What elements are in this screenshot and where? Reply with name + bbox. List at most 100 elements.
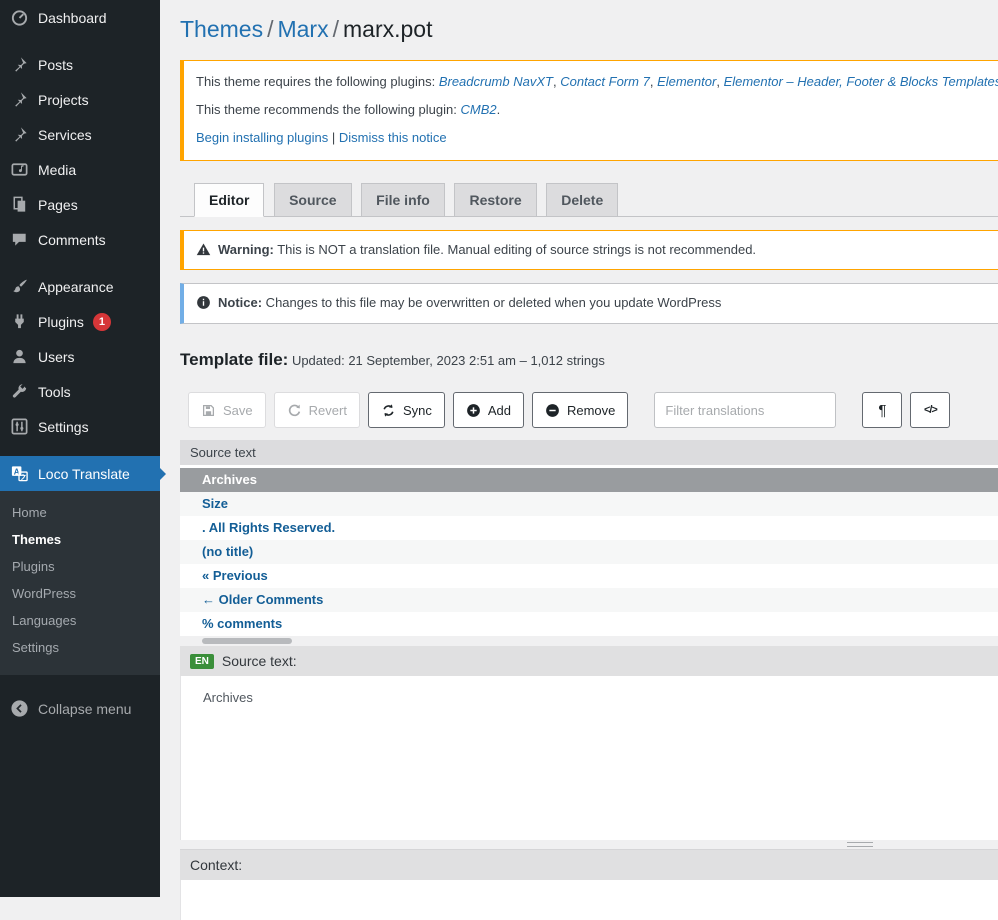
comments-icon — [10, 230, 29, 249]
add-circle-icon — [466, 403, 481, 418]
notice-actions-line: Begin installing plugins | Dismiss this … — [196, 129, 998, 148]
warning-label: Warning: — [218, 242, 274, 257]
source-row[interactable]: % comments — [180, 612, 998, 636]
sidebar-item-label: Users — [38, 348, 75, 366]
plugin-link-elementor[interactable]: Elementor — [657, 74, 716, 89]
submenu-item-wordpress[interactable]: WordPress — [0, 580, 160, 607]
remove-label: Remove — [567, 403, 615, 418]
context-input-area[interactable] — [180, 880, 998, 920]
submenu-item-plugins[interactable]: Plugins — [0, 553, 160, 580]
sidebar-item-label: Appearance — [38, 278, 114, 296]
breadcrumb-themes-link[interactable]: Themes — [180, 16, 263, 42]
begin-installing-plugins-link[interactable]: Begin installing plugins — [196, 130, 328, 145]
pages-icon — [10, 195, 29, 214]
source-row[interactable]: (no title) — [180, 540, 998, 564]
save-floppy-icon — [201, 403, 216, 418]
warning-triangle-icon — [196, 242, 211, 257]
pin-icon — [10, 90, 29, 109]
tab-file-info[interactable]: File info — [361, 183, 445, 216]
plugin-link-contact-form-7[interactable]: Contact Form 7 — [560, 74, 650, 89]
source-row[interactable]: « Previous — [180, 564, 998, 588]
sync-icon — [381, 403, 396, 418]
recommends-line: This theme recommends the following plug… — [196, 101, 998, 120]
tab-editor[interactable]: Editor — [194, 183, 264, 217]
submenu-item-home[interactable]: Home — [0, 499, 160, 526]
resize-handle[interactable] — [847, 842, 873, 847]
template-file-meta: Updated: 21 September, 2023 2:51 am – 1,… — [288, 353, 605, 368]
sidebar-item-comments[interactable]: Comments — [0, 222, 160, 257]
language-badge: EN — [190, 654, 214, 669]
save-label: Save — [223, 403, 253, 418]
collapse-menu-button[interactable]: Collapse menu — [0, 691, 160, 726]
filter-translations-input[interactable] — [654, 392, 836, 428]
tab-source[interactable]: Source — [274, 183, 351, 216]
add-button[interactable]: Add — [453, 392, 524, 428]
sidebar-item-projects[interactable]: Projects — [0, 82, 160, 117]
sidebar-item-plugins[interactable]: Plugins 1 — [0, 304, 160, 339]
pilcrow-icon: ¶ — [878, 402, 886, 419]
users-icon — [10, 347, 29, 366]
context-label-bar: Context: — [180, 849, 998, 880]
sidebar-item-posts[interactable]: Posts — [0, 47, 160, 82]
source-text-editor[interactable]: Archives — [180, 676, 998, 840]
sidebar-item-services[interactable]: Services — [0, 117, 160, 152]
breadcrumb-separator: / — [263, 16, 277, 42]
info-label: Notice: — [218, 295, 262, 310]
revert-button[interactable]: Revert — [274, 392, 360, 428]
tgmpa-plugin-notice: This theme requires the following plugin… — [180, 60, 998, 161]
source-row[interactable]: Size — [180, 492, 998, 516]
recommends-prefix: This theme recommends the following plug… — [196, 102, 457, 117]
media-icon — [10, 160, 29, 179]
sidebar-item-tools[interactable]: Tools — [0, 374, 160, 409]
collapse-menu-label: Collapse menu — [38, 700, 131, 718]
scrollbar-thumb[interactable] — [202, 638, 292, 644]
source-row[interactable]: ← Older Comments — [180, 588, 998, 612]
sidebar-item-media[interactable]: Media — [0, 152, 160, 187]
period: . — [497, 102, 501, 117]
sidebar-item-label: Settings — [38, 418, 89, 436]
admin-sidebar: Dashboard Posts Projects Services Media … — [0, 0, 160, 897]
tab-delete[interactable]: Delete — [546, 183, 618, 216]
code-view-toggle-button[interactable]: </> — [910, 392, 950, 428]
sidebar-item-label: Projects — [38, 91, 89, 109]
sidebar-item-label: Media — [38, 161, 76, 179]
list-horizontal-scrollbar[interactable] — [180, 636, 998, 646]
revert-label: Revert — [309, 403, 347, 418]
sidebar-item-pages[interactable]: Pages — [0, 187, 160, 222]
sidebar-item-appearance[interactable]: Appearance — [0, 269, 160, 304]
breadcrumb-bundle-link[interactable]: Marx — [277, 16, 328, 42]
source-row[interactable]: Archives — [180, 468, 998, 492]
sidebar-item-label: Posts — [38, 56, 73, 74]
sidebar-item-dashboard[interactable]: Dashboard — [0, 0, 160, 35]
pin-icon — [10, 55, 29, 74]
dashboard-icon — [10, 8, 29, 27]
breadcrumb-current-file: marx.pot — [343, 16, 432, 42]
submenu-item-settings[interactable]: Settings — [0, 634, 160, 661]
remove-button[interactable]: Remove — [532, 392, 628, 428]
breadcrumb: Themes/Marx/marx.pot — [180, 0, 998, 48]
submenu-item-themes[interactable]: Themes — [0, 526, 160, 553]
sidebar-item-label: Pages — [38, 196, 78, 214]
plugin-icon — [10, 312, 29, 331]
sync-button[interactable]: Sync — [368, 392, 445, 428]
sidebar-item-settings[interactable]: Settings — [0, 409, 160, 444]
dismiss-notice-link[interactable]: Dismiss this notice — [339, 130, 447, 145]
loco-translate-icon: A — [10, 464, 29, 483]
source-row[interactable]: . All Rights Reserved. — [180, 516, 998, 540]
tab-restore[interactable]: Restore — [454, 183, 536, 216]
submenu-item-languages[interactable]: Languages — [0, 607, 160, 634]
plugins-update-badge: 1 — [93, 313, 111, 331]
sidebar-item-loco-translate[interactable]: A Loco Translate — [0, 456, 160, 491]
plugin-link-elementor-hf-blocks[interactable]: Elementor – Header, Footer & Blocks Temp… — [724, 74, 998, 89]
plugin-link-cmb2[interactable]: CMB2 — [460, 102, 496, 117]
invisibles-toggle-button[interactable]: ¶ — [862, 392, 902, 428]
action-separator: | — [332, 130, 335, 145]
plugin-link-breadcrumb-navxt[interactable]: Breadcrumb NavXT — [439, 74, 553, 89]
template-file-label: Template file: — [180, 350, 288, 369]
appearance-brush-icon — [10, 277, 29, 296]
sidebar-item-users[interactable]: Users — [0, 339, 160, 374]
save-button[interactable]: Save — [188, 392, 266, 428]
pin-icon — [10, 125, 29, 144]
content-area: Themes/Marx/marx.pot This theme requires… — [160, 0, 998, 920]
sidebar-item-label: Comments — [38, 231, 106, 249]
